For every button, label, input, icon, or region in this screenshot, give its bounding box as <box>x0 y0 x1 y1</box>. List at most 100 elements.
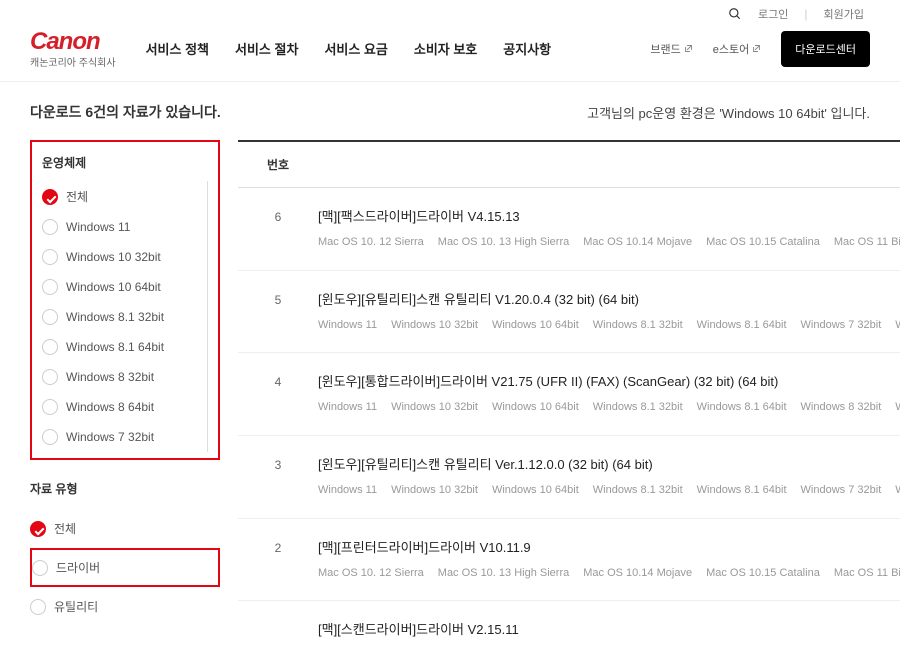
nav-item[interactable]: 서비스 절차 <box>235 39 298 58</box>
radio-label: 전체 <box>66 188 88 205</box>
os-radio-0[interactable]: 전체 <box>42 181 207 212</box>
nav-item[interactable]: 서비스 요금 <box>324 39 387 58</box>
radio-icon <box>42 399 58 415</box>
row-no <box>238 619 318 646</box>
os-filter-block: 운영체제 전체Windows 11Windows 10 32bitWindows… <box>30 140 220 460</box>
radio-icon <box>42 279 58 295</box>
external-icon <box>684 44 693 53</box>
radio-icon <box>42 309 58 325</box>
summary-count: 다운로드 6건의 자료가 있습니다. <box>30 102 221 122</box>
os-tag: Windows 8.1 32bit <box>593 401 683 413</box>
os-tag: Windows 10 64bit <box>492 484 579 496</box>
os-tag: Windows 10 64bit <box>492 401 579 413</box>
os-tag: Windows 8 32bit <box>801 401 882 413</box>
row-title[interactable]: [윈도우][통합드라이버]드라이버 V21.75 (UFR II) (FAX) … <box>318 371 900 390</box>
os-radio-3[interactable]: Windows 10 64bit <box>42 272 207 302</box>
nav-item[interactable]: 소비자 보호 <box>414 39 477 58</box>
row-no: 3 <box>238 454 318 500</box>
os-tag: Windows 11 <box>318 401 377 413</box>
type-filter-title: 자료 유형 <box>30 480 220 497</box>
row-tags: Mac OS 10. 12 SierraMac OS 10. 13 High S… <box>318 564 900 583</box>
divider: | <box>804 7 807 21</box>
radio-label: Windows 8.1 64bit <box>66 340 164 354</box>
os-tag: Windows 7 64bit <box>895 319 900 331</box>
logo-title: Canon <box>30 28 116 56</box>
radio-icon <box>30 599 46 615</box>
row-title[interactable]: [맥][스캔드라이버]드라이버 V2.15.11 <box>318 619 900 638</box>
radio-icon <box>32 560 48 576</box>
nav-item[interactable]: 공지사항 <box>503 39 551 58</box>
table-row: 3[윈도우][유틸리티]스캔 유틸리티 Ver.1.12.0.0 (32 bit… <box>238 436 900 519</box>
radio-icon <box>42 339 58 355</box>
row-tags: Windows 11Windows 10 32bitWindows 10 64b… <box>318 398 900 417</box>
join-link[interactable]: 회원가입 <box>818 6 870 22</box>
logo[interactable]: Canon 캐논코리아 주식회사 <box>30 28 116 69</box>
radio-label: Windows 11 <box>66 220 130 234</box>
radio-label: Windows 10 32bit <box>66 250 161 264</box>
radio-icon <box>42 369 58 385</box>
os-radio-6[interactable]: Windows 8 32bit <box>42 362 207 392</box>
os-tag: Mac OS 10. 12 Sierra <box>318 567 424 579</box>
type-radio-1[interactable]: 드라이버 <box>30 548 220 587</box>
nav-item[interactable]: 서비스 정책 <box>146 39 209 58</box>
brand-link[interactable]: 브랜드 <box>650 41 692 57</box>
row-no: 5 <box>238 289 318 335</box>
right-nav: 브랜드 e스토어 다운로드센터 <box>650 31 870 67</box>
type-radio-2[interactable]: 유틸리티 <box>30 589 220 624</box>
th-no: 번호 <box>238 156 318 173</box>
row-title[interactable]: [윈도우][유틸리티]스캔 유틸리티 Ver.1.12.0.0 (32 bit)… <box>318 454 900 473</box>
os-tag: Windows 7 32bit <box>801 484 882 496</box>
radio-icon <box>42 189 58 205</box>
os-tag: Windows 8.1 64bit <box>697 484 787 496</box>
os-tag: Mac OS 10.15 Catalina <box>706 567 820 579</box>
os-radio-1[interactable]: Windows 11 <box>42 212 207 242</box>
row-no: 2 <box>238 537 318 583</box>
summary-env: 고객님의 pc운영 환경은 'Windows 10 64bit' 입니다. <box>587 103 870 122</box>
os-tag: Windows 8.1 64bit <box>697 401 787 413</box>
radio-label: Windows 10 64bit <box>66 280 161 294</box>
os-radio-5[interactable]: Windows 8.1 64bit <box>42 332 207 362</box>
os-tag: Mac OS 10.15 Catalina <box>706 236 820 248</box>
os-tag: Windows 8 64bit <box>895 401 900 413</box>
os-tag: Windows 10 64bit <box>492 319 579 331</box>
os-tag: Windows 10 32bit <box>391 484 478 496</box>
os-radio-4[interactable]: Windows 8.1 32bit <box>42 302 207 332</box>
estore-link[interactable]: e스토어 <box>713 41 761 57</box>
os-tag: Mac OS 10.14 Mojave <box>583 236 692 248</box>
type-radio-0[interactable]: 전체 <box>30 511 220 546</box>
radio-icon <box>42 429 58 445</box>
radio-label: 드라이버 <box>56 559 100 576</box>
table-row: 2[맥][프린터드라이버]드라이버 V10.11.9 Mac OS 10. 12 … <box>238 519 900 602</box>
os-radio-2[interactable]: Windows 10 32bit <box>42 242 207 272</box>
os-tag: Windows 8.1 64bit <box>697 319 787 331</box>
table-header: 번호 제목 / 운영체제 <box>238 140 900 188</box>
os-radio-8[interactable]: Windows 7 32bit <box>42 422 207 452</box>
search-icon[interactable] <box>728 7 742 21</box>
os-tag: Mac OS 10. 12 Sierra <box>318 236 424 248</box>
th-title: 제목 / 운영체제 <box>318 156 900 173</box>
radio-icon <box>30 521 46 537</box>
os-tag: Windows 10 32bit <box>391 319 478 331</box>
logo-sub: 캐논코리아 주식회사 <box>30 54 116 69</box>
os-tag: Mac OS 11 Big Sur <box>834 567 900 579</box>
row-no: 6 <box>238 206 318 252</box>
os-list[interactable]: 전체 Windows 11 Windows 10 32bit Windows 10 6… <box>42 181 208 452</box>
row-title[interactable]: [맥][프린터드라이버]드라이버 V10.11.9 <box>318 537 900 556</box>
login-link[interactable]: 로그인 <box>752 6 794 22</box>
row-tags: Windows 11 Windows 10 32bit Windows 10 64b… <box>318 481 900 500</box>
table-row: 5[윈도우][유틸리티]스캔 유틸리티 V1.20.0.4 (32 bit) (… <box>238 271 900 354</box>
os-tag: Mac OS 10.14 Mojave <box>583 567 692 579</box>
row-title[interactable]: [맥][팩스드라이버]드라이버 V4.15.13 <box>318 206 900 225</box>
row-title[interactable]: [윈도우][유틸리티]스캔 유틸리티 V1.20.0.4 (32 bit) (6… <box>318 289 900 308</box>
download-center-button[interactable]: 다운로드센터 <box>781 31 870 67</box>
radio-label: Windows 7 32bit <box>66 430 154 444</box>
os-tag: Windows 7 64bit <box>895 484 900 496</box>
radio-label: Windows 8 32bit <box>66 370 154 384</box>
row-tags: Mac OS 10. 12 SierraMac OS 10. 13 High S… <box>318 233 900 252</box>
os-tag: Windows 11 <box>318 484 377 496</box>
os-radio-7[interactable]: Windows 8 64bit <box>42 392 207 422</box>
radio-label: Windows 8.1 32bit <box>66 310 164 324</box>
os-tag: Windows 8.1 32bit <box>593 319 683 331</box>
os-tag: Windows 11 <box>318 319 377 331</box>
radio-icon <box>42 219 58 235</box>
